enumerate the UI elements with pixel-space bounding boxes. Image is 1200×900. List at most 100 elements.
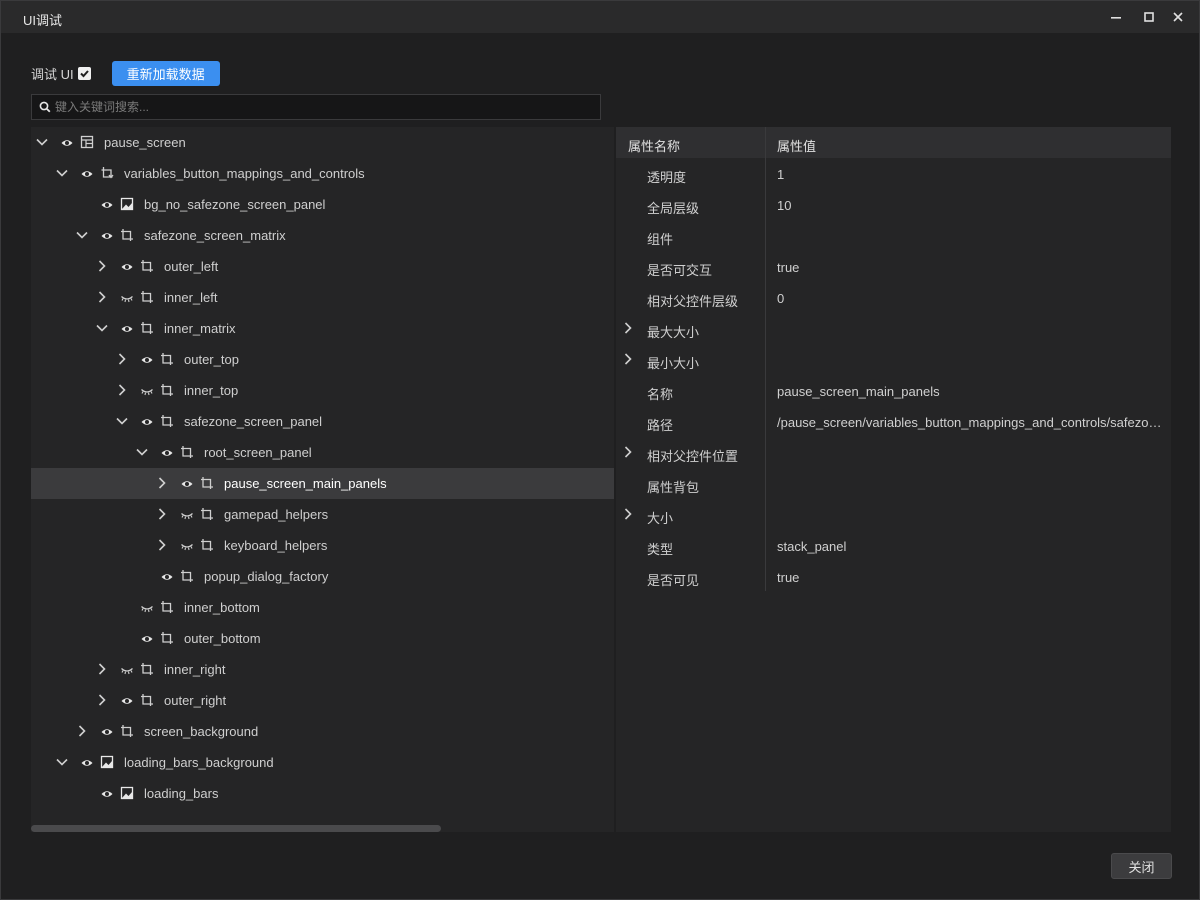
chevron-down-icon[interactable] xyxy=(75,228,89,242)
panel-icon xyxy=(121,725,133,737)
chevron-down-icon[interactable] xyxy=(55,166,69,180)
chevron-right-icon[interactable] xyxy=(115,352,129,366)
tree-item[interactable]: outer_top xyxy=(31,344,614,375)
chevron-down-icon[interactable] xyxy=(135,445,149,459)
tree-item[interactable]: pause_screen_main_panels xyxy=(31,468,614,499)
tree-item-label: inner_bottom xyxy=(184,600,260,615)
chevron-down-icon[interactable] xyxy=(55,755,69,769)
chevron-right-icon[interactable] xyxy=(155,538,169,552)
eye-icon[interactable] xyxy=(81,757,93,769)
search-input[interactable] xyxy=(51,97,600,117)
tree-item[interactable]: outer_bottom xyxy=(31,623,614,654)
panel-icon xyxy=(141,291,153,303)
chevron-down-icon[interactable] xyxy=(95,321,109,335)
property-value-header: 属性值 xyxy=(777,139,817,154)
tree-item[interactable]: inner_left xyxy=(31,282,614,313)
property-value: true xyxy=(777,570,800,585)
eye-icon[interactable] xyxy=(121,261,133,273)
debug-ui-checkbox[interactable] xyxy=(77,66,91,80)
eye-closed-icon[interactable] xyxy=(181,509,193,521)
chevron-right-icon[interactable] xyxy=(155,507,169,521)
eye-closed-icon[interactable] xyxy=(181,540,193,552)
tree-item-label: outer_bottom xyxy=(184,631,261,646)
eye-icon[interactable] xyxy=(81,168,93,180)
tree-item[interactable]: inner_matrix xyxy=(31,313,614,344)
tree-item[interactable]: loading_bars_background xyxy=(31,747,614,778)
eye-icon[interactable] xyxy=(101,199,113,211)
panel-icon xyxy=(201,477,213,489)
tree-item[interactable]: inner_top xyxy=(31,375,614,406)
panel-icon xyxy=(161,632,173,644)
property-row: 透明度 1 xyxy=(616,158,1171,189)
tree-item[interactable]: gamepad_helpers xyxy=(31,499,614,530)
property-row: 是否可见 true xyxy=(616,561,1171,592)
tree-item[interactable]: safezone_screen_matrix xyxy=(31,220,614,251)
tree-item[interactable]: keyboard_helpers xyxy=(31,530,614,561)
panel-icon xyxy=(141,694,153,706)
screen-layout-icon xyxy=(80,135,94,149)
tree-item[interactable]: variables_button_mappings_and_controls xyxy=(31,158,614,189)
chevron-right-icon[interactable] xyxy=(155,476,169,490)
eye-icon[interactable] xyxy=(161,571,173,583)
title-bar[interactable]: UI调试 xyxy=(1,1,1199,33)
tree-item[interactable]: pause_screen xyxy=(31,127,614,158)
eye-icon[interactable] xyxy=(101,726,113,738)
tree-item[interactable]: root_screen_panel xyxy=(31,437,614,468)
property-row[interactable]: 最大大小 xyxy=(616,313,1171,344)
eye-closed-icon[interactable] xyxy=(141,385,153,397)
horizontal-scrollbar[interactable] xyxy=(31,825,441,832)
property-row[interactable]: 最小大小 xyxy=(616,344,1171,375)
eye-icon[interactable] xyxy=(141,354,153,366)
property-row[interactable]: 大小 xyxy=(616,499,1171,530)
chevron-down-icon[interactable] xyxy=(35,135,49,149)
tree-item[interactable]: loading_bars xyxy=(31,778,614,809)
property-value: true xyxy=(777,260,800,275)
chevron-right-icon[interactable] xyxy=(95,290,109,304)
eye-icon[interactable] xyxy=(141,416,153,428)
eye-closed-icon[interactable] xyxy=(121,664,133,676)
tree-item[interactable]: inner_bottom xyxy=(31,592,614,623)
tree-item-label: loading_bars_background xyxy=(124,755,274,770)
tree-item[interactable]: popup_dialog_factory xyxy=(31,561,614,592)
tree-item[interactable]: screen_background xyxy=(31,716,614,747)
eye-icon[interactable] xyxy=(101,788,113,800)
eye-icon[interactable] xyxy=(121,323,133,335)
tree-item[interactable]: outer_left xyxy=(31,251,614,282)
chevron-right-icon[interactable] xyxy=(95,259,109,273)
chevron-right-icon[interactable] xyxy=(95,662,109,676)
tree-item[interactable]: safezone_screen_panel xyxy=(31,406,614,437)
search-box xyxy=(31,94,601,120)
property-name: 路径 xyxy=(647,418,674,433)
panel-icon xyxy=(161,353,173,365)
eye-closed-icon[interactable] xyxy=(141,602,153,614)
property-name: 大小 xyxy=(647,511,674,526)
chevron-right-icon[interactable] xyxy=(95,693,109,707)
minimize-button[interactable] xyxy=(1106,7,1126,27)
chevron-right-icon[interactable] xyxy=(621,445,635,459)
tree-item[interactable]: inner_right xyxy=(31,654,614,685)
control-tree: pause_screen variables_button_mappings_an… xyxy=(31,127,614,832)
eye-icon[interactable] xyxy=(101,230,113,242)
eye-icon[interactable] xyxy=(121,695,133,707)
eye-icon[interactable] xyxy=(141,633,153,645)
eye-icon[interactable] xyxy=(181,478,193,490)
tree-item-label: safezone_screen_matrix xyxy=(144,228,286,243)
tree-item[interactable]: outer_right xyxy=(31,685,614,716)
eye-closed-icon[interactable] xyxy=(121,292,133,304)
chevron-right-icon[interactable] xyxy=(75,724,89,738)
chevron-right-icon[interactable] xyxy=(621,507,635,521)
eye-icon[interactable] xyxy=(161,447,173,459)
chevron-right-icon[interactable] xyxy=(621,352,635,366)
chevron-right-icon[interactable] xyxy=(621,321,635,335)
property-row[interactable]: 相对父控件位置 xyxy=(616,437,1171,468)
tree-item[interactable]: bg_no_safezone_screen_panel xyxy=(31,189,614,220)
close-window-button[interactable] xyxy=(1168,7,1188,27)
maximize-button[interactable] xyxy=(1139,7,1159,27)
chevron-right-icon[interactable] xyxy=(115,383,129,397)
eye-icon[interactable] xyxy=(61,137,73,149)
toolbar: 调试 UI 重新加载数据 xyxy=(31,60,220,86)
property-row: 属性背包 xyxy=(616,468,1171,499)
reload-data-button[interactable]: 重新加载数据 xyxy=(111,60,220,86)
chevron-down-icon[interactable] xyxy=(115,414,129,428)
close-button[interactable]: 关闭 xyxy=(1111,853,1172,879)
